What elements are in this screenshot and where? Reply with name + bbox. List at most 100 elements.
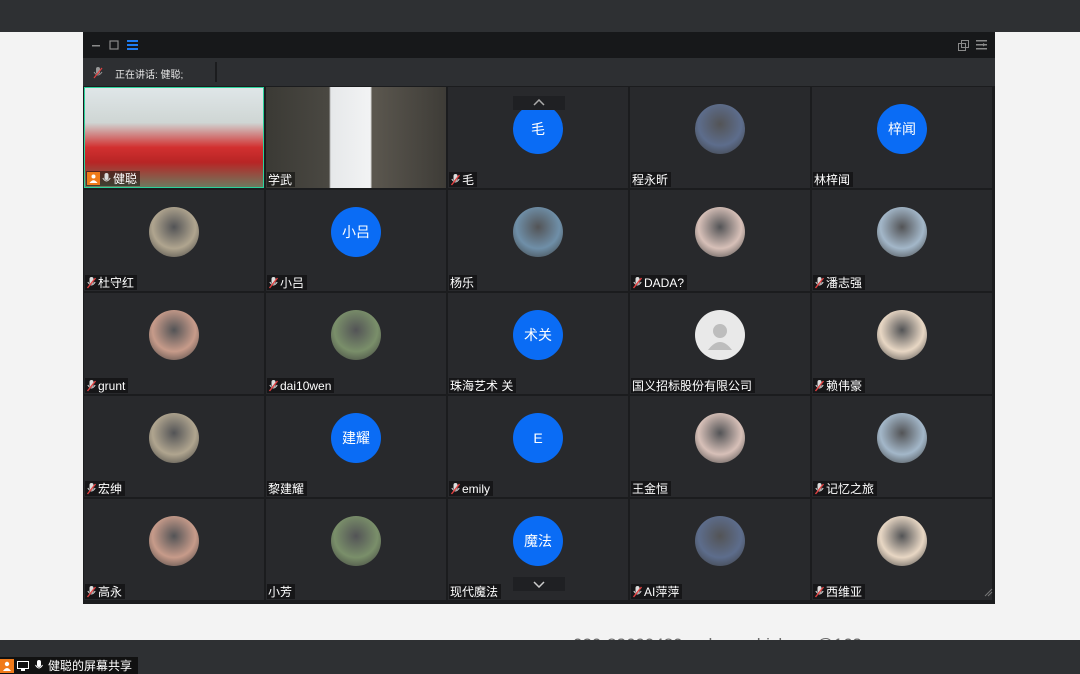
participant-tile[interactable]: 西维亚 [812, 499, 992, 600]
participant-tile[interactable]: 赖伟豪 [812, 293, 992, 394]
participant-name: 高永 [98, 585, 123, 599]
participant-name-tag: AI萍萍 [631, 584, 683, 599]
participant-tile[interactable]: 程永昕 [630, 87, 810, 188]
participant-tile[interactable]: grunt [84, 293, 264, 394]
participant-tile[interactable]: 梓闻 林梓闻 [812, 87, 992, 188]
participant-tile[interactable]: 术关 珠海艺术 关 [448, 293, 628, 394]
avatar: 小吕 [331, 207, 381, 257]
avatar [149, 207, 199, 257]
mic-muted-icon [450, 173, 461, 186]
participant-name-tag: 宏绅 [85, 481, 126, 496]
participant-name-tag: 小吕 [267, 275, 308, 290]
participant-tile[interactable]: 小吕 小吕 [266, 190, 446, 291]
participant-name-tag: 记忆之旅 [813, 481, 878, 496]
person-icon [0, 658, 14, 673]
avatar [877, 516, 927, 566]
host-icon [87, 172, 100, 185]
participant-name: DADA? [644, 275, 685, 290]
chevron-up-icon [533, 99, 545, 106]
collapse-panel-icon[interactable] [974, 38, 988, 52]
participant-name-tag: 王金恒 [631, 481, 672, 496]
participant-name: 林梓闻 [814, 173, 851, 187]
mic-muted-icon [814, 276, 825, 289]
mic-muted-icon [268, 276, 279, 289]
avatar [695, 516, 745, 566]
participant-name: 宏绅 [98, 482, 123, 496]
avatar [877, 413, 927, 463]
participant-name-tag: 杜守红 [85, 275, 138, 290]
microphone-icon [101, 172, 112, 185]
mic-muted-icon [450, 482, 461, 495]
avatar: 魔法 [513, 516, 563, 566]
participant-name: 杜守红 [98, 276, 135, 290]
screen-share-label: 健聪的屏幕共享 [0, 657, 139, 674]
avatar: 毛 [513, 104, 563, 154]
participant-tile[interactable]: 杜守红 [84, 190, 264, 291]
scroll-down-button[interactable] [513, 577, 565, 591]
avatar [331, 516, 381, 566]
participant-name: emily [462, 481, 491, 496]
mic-muted-icon [86, 276, 97, 289]
avatar: 术关 [513, 310, 563, 360]
scroll-up-button[interactable] [513, 96, 565, 110]
avatar [695, 207, 745, 257]
avatar [877, 310, 927, 360]
participant-name: 潘志强 [826, 276, 863, 290]
popout-icon[interactable] [956, 38, 970, 52]
participant-tile[interactable]: AI萍萍 [630, 499, 810, 600]
participant-name-tag: 现代魔法 [449, 584, 502, 599]
mic-muted-icon [86, 379, 97, 392]
participant-tile[interactable]: 杨乐 [448, 190, 628, 291]
participant-tile[interactable]: 潘志强 [812, 190, 992, 291]
participant-name-tag: 小芳 [267, 584, 296, 599]
avatar [695, 310, 745, 360]
avatar [877, 207, 927, 257]
participant-tile[interactable]: 小芳 [266, 499, 446, 600]
avatar [149, 516, 199, 566]
participant-tile[interactable]: 国义招标股份有限公司 [630, 293, 810, 394]
meeting-window: 正在讲话: 健聪; 健聪 学武毛毛程永昕 梓闻 林梓闻 杜守红 小吕 小吕 杨乐 DADA? 潘志… [83, 32, 995, 604]
title-bar [83, 32, 995, 58]
avatar [149, 310, 199, 360]
participant-name-tag: dai10wen [267, 378, 335, 393]
avatar [695, 413, 745, 463]
avatar [149, 413, 199, 463]
participant-name: 王金恒 [632, 482, 669, 496]
microphone-icon [32, 659, 46, 673]
participant-tile[interactable]: 记忆之旅 [812, 396, 992, 497]
chevron-down-icon [533, 581, 545, 588]
window-mode-icon[interactable] [107, 38, 121, 52]
mic-muted-icon [86, 585, 97, 598]
avatar [513, 207, 563, 257]
participant-name: 现代魔法 [450, 585, 499, 599]
participant-name-tag: 程永昕 [631, 172, 672, 187]
participant-name-tag: 杨乐 [449, 275, 478, 290]
participant-tile[interactable]: 健聪 [84, 87, 264, 188]
participant-tile[interactable]: dai10wen [266, 293, 446, 394]
minimize-icon[interactable] [89, 38, 103, 52]
participant-tile[interactable]: Eemily [448, 396, 628, 497]
participant-tile[interactable]: DADA? [630, 190, 810, 291]
participant-name: grunt [98, 378, 126, 393]
participant-name: AI萍萍 [644, 585, 680, 599]
participant-tile[interactable]: 宏绅 [84, 396, 264, 497]
participant-name-tag: 西维亚 [813, 584, 866, 599]
mic-muted-icon [814, 379, 825, 392]
mic-muted-icon [632, 276, 643, 289]
participant-name: 记忆之旅 [826, 482, 875, 496]
avatar [695, 104, 745, 154]
participant-name: 学武 [268, 173, 293, 187]
resize-handle-icon[interactable] [983, 584, 993, 602]
participant-name: 国义招标股份有限公司 [632, 379, 753, 393]
participant-name-tag: 学武 [267, 172, 296, 187]
participant-tile[interactable]: 建耀 黎建耀 [266, 396, 446, 497]
gallery-list-icon[interactable] [125, 38, 139, 52]
mic-muted-icon [814, 482, 825, 495]
participant-name: 赖伟豪 [826, 379, 863, 393]
top-bar [0, 0, 1080, 32]
participant-name: dai10wen [280, 378, 332, 393]
participant-tile[interactable]: 王金恒 [630, 396, 810, 497]
participant-name: 小芳 [268, 585, 293, 599]
participant-tile[interactable]: 高永 [84, 499, 264, 600]
participant-tile[interactable]: 学武 [266, 87, 446, 188]
